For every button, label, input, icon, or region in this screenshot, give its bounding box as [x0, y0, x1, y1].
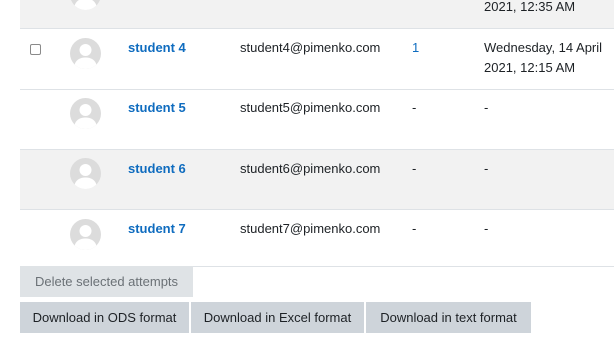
student-name-link[interactable]: student 6: [128, 159, 186, 179]
attempts-value: -: [412, 221, 417, 236]
download-text-button[interactable]: Download in text format: [366, 302, 531, 333]
table-row: student 7 student7@pimenko.com - -: [20, 209, 614, 267]
avatar: [70, 219, 101, 250]
attempts-value: -: [412, 100, 417, 115]
email-value: student7@pimenko.com: [240, 221, 381, 236]
table-row: student 6 student6@pimenko.com - -: [20, 149, 614, 209]
table-row: student 4 student4@pimenko.com 1 Wednesd…: [20, 28, 614, 89]
select-attempt-checkbox[interactable]: [30, 44, 41, 55]
attempts-table: 2021, 12:35 AM student 4 student4@pimenk…: [20, 0, 614, 267]
email-value: student6@pimenko.com: [240, 161, 381, 176]
download-excel-button[interactable]: Download in Excel format: [191, 302, 364, 333]
attempts-link[interactable]: 1: [412, 38, 419, 58]
download-ods-button[interactable]: Download in ODS format: [20, 302, 189, 333]
table-row: student 5 student5@pimenko.com - -: [20, 89, 614, 149]
avatar: [70, 0, 101, 10]
email-value: student4@pimenko.com: [240, 40, 381, 55]
last-access-value: 2021, 12:35 AM: [484, 0, 576, 14]
student-name-link[interactable]: student 7: [128, 219, 186, 239]
avatar: [70, 158, 101, 189]
delete-selected-attempts-button[interactable]: Delete selected attempts: [20, 266, 193, 297]
last-access-line2: 2021, 12:15 AM: [484, 60, 576, 75]
attempts-value: -: [412, 161, 417, 176]
student-name-link[interactable]: student 5: [128, 98, 186, 118]
avatar: [70, 38, 101, 69]
email-value: student5@pimenko.com: [240, 100, 381, 115]
last-access-value: -: [484, 161, 489, 176]
user-icon: [74, 0, 97, 10]
table-row: 2021, 12:35 AM: [20, 0, 614, 28]
user-icon: [74, 225, 97, 250]
avatar: [70, 98, 101, 129]
user-icon: [74, 104, 97, 129]
last-access-value: -: [484, 100, 489, 115]
user-icon: [74, 44, 97, 69]
last-access-value: -: [484, 221, 489, 236]
user-icon: [74, 164, 97, 189]
student-name-link[interactable]: student 4: [128, 38, 186, 58]
last-access-line1: Wednesday, 14 April: [484, 40, 603, 55]
